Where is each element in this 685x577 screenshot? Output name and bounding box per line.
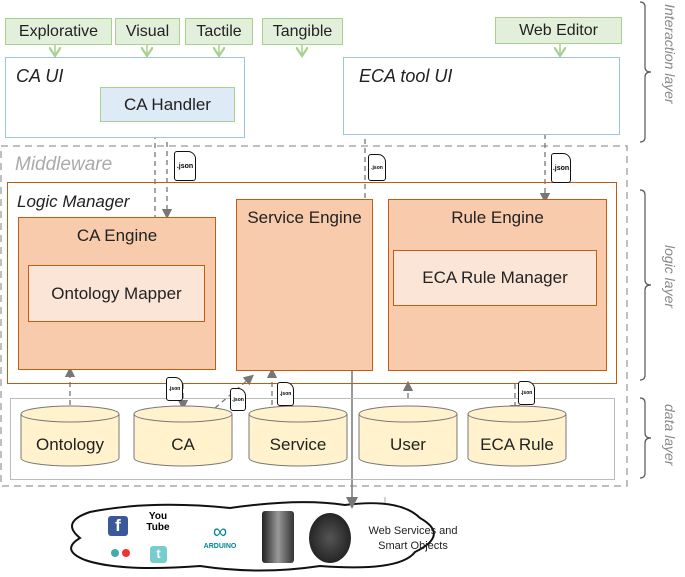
layer-brackets	[639, 1, 652, 479]
coffee-maker-icon	[262, 511, 294, 563]
ontology-mapper: Ontology Mapper	[28, 265, 205, 322]
eca-tool-ui-box: ECA tool UI	[343, 57, 620, 135]
service-engine-label: Service Engine	[247, 208, 362, 227]
logic-layer-label: logic layer	[662, 245, 678, 309]
ca-engine-label: CA Engine	[76, 226, 158, 245]
database-ca: CA	[133, 405, 233, 467]
middleware-label: Middleware	[15, 154, 113, 175]
interaction-layer-label: Interaction layer	[662, 4, 678, 104]
database-label: Ontology	[35, 435, 105, 454]
json-file-icon: .json	[551, 153, 571, 183]
database-label: User	[390, 435, 426, 454]
cloud-label: Web Services and Smart Objects	[368, 525, 458, 552]
database-user: User	[358, 405, 458, 467]
tactile-input: Tactile	[185, 18, 253, 45]
database-label: ECA Rule	[480, 435, 554, 454]
service-engine: Service Engine	[236, 199, 373, 371]
eca-rule-manager: ECA Rule Manager	[393, 250, 597, 306]
database-ontology: Ontology	[20, 405, 120, 467]
explorative-input: Explorative	[5, 18, 112, 45]
json-file-icon: .json	[230, 388, 246, 411]
database-label: Service	[269, 435, 327, 454]
web-editor: Web Editor	[495, 17, 622, 44]
json-file-icon: .json	[174, 151, 196, 181]
database-label: CA	[171, 435, 195, 454]
json-file-icon: .json	[368, 154, 386, 181]
json-file-icon: .json	[166, 377, 183, 401]
ca-ui-label: CA UI	[16, 66, 64, 86]
json-file-icon: .json	[277, 382, 294, 406]
ca-handler: CA Handler	[100, 87, 235, 122]
flickr-dot-icon	[122, 549, 130, 557]
logic-manager-label: Logic Manager	[17, 192, 130, 211]
twitter-icon: t	[150, 546, 167, 563]
input-arrows	[55, 44, 560, 56]
visual-input: Visual	[115, 18, 180, 45]
architecture-diagram: Explorative Visual Tactile Tangible Web …	[0, 0, 685, 577]
eca-tool-ui-label: ECA tool UI	[359, 66, 453, 86]
facebook-icon: f	[108, 516, 128, 536]
flickr-icon	[111, 549, 119, 557]
database-eca-rule: ECA Rule	[467, 405, 567, 467]
youtube-icon: You Tube	[146, 511, 170, 533]
smartwatch-icon	[309, 513, 351, 563]
json-file-icon: .json	[518, 381, 535, 405]
database-service: Service	[248, 405, 348, 467]
data-layer-label: data layer	[662, 404, 678, 466]
arduino-icon: ∞ ARDUINO	[203, 521, 237, 550]
rule-engine-label: Rule Engine	[451, 208, 544, 227]
tangible-input: Tangible	[262, 18, 343, 45]
